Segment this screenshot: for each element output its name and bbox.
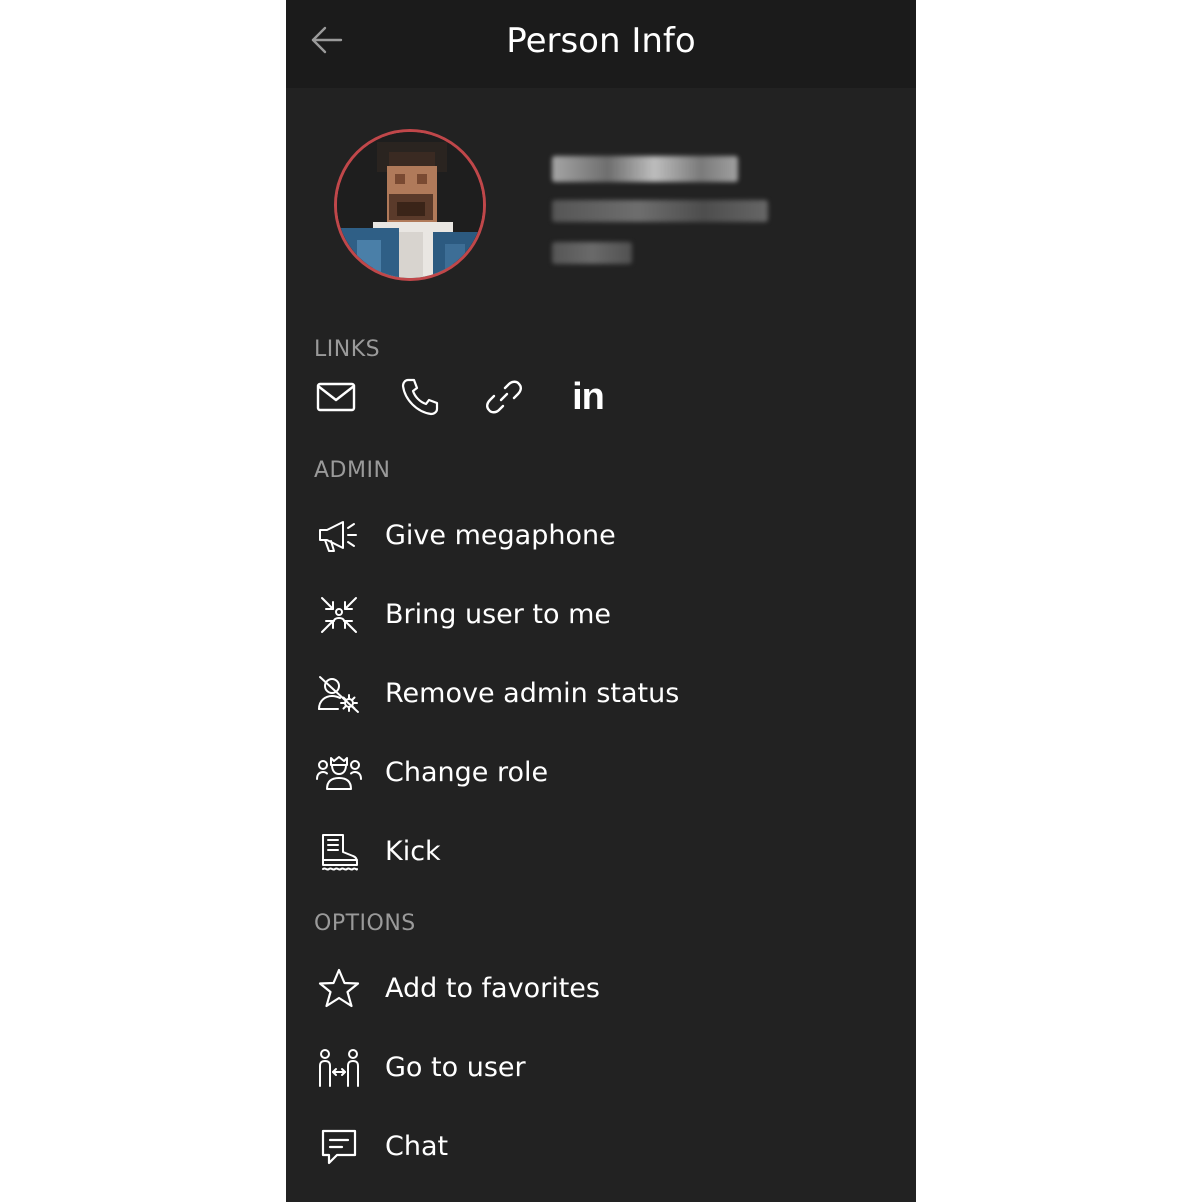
chat-button[interactable]: Chat [314, 1116, 894, 1178]
menu-item-label: Chat [385, 1131, 449, 1162]
section-label-options: OPTIONS [314, 911, 416, 936]
go-to-user-button[interactable]: Go to user [314, 1037, 894, 1099]
add-to-favorites-button[interactable]: Add to favorites [314, 958, 894, 1020]
go-to-user-icon [314, 1043, 364, 1093]
menu-item-label: Give megaphone [385, 520, 616, 551]
change-role-button[interactable]: Change role [314, 742, 894, 804]
header-bar: Person Info [286, 0, 916, 88]
avatar[interactable] [334, 129, 486, 281]
bring-user-to-me-button[interactable]: Bring user to me [314, 584, 894, 646]
menu-item-label: Change role [385, 757, 549, 788]
menu-item-label: Bring user to me [385, 599, 612, 630]
menu-item-label: Remove admin status [385, 678, 680, 709]
section-label-links: LINKS [314, 337, 381, 362]
mail-icon [314, 375, 358, 419]
give-megaphone-button[interactable]: Give megaphone [314, 505, 894, 567]
linkedin-icon: in [572, 375, 605, 418]
user-company-redacted [552, 242, 632, 264]
menu-item-label: Add to favorites [385, 973, 600, 1004]
links-row: in [314, 372, 650, 422]
change-role-icon [314, 748, 364, 798]
phone-link-button[interactable] [398, 372, 482, 422]
menu-item-label: Go to user [385, 1052, 526, 1083]
linkedin-link-button[interactable]: in [566, 372, 650, 422]
section-label-admin: ADMIN [314, 458, 391, 483]
megaphone-icon [314, 511, 364, 561]
user-title-redacted [552, 200, 768, 222]
person-info-panel: Person Info LINKS in ADMIN Give megaphon… [286, 0, 916, 1202]
boot-icon [314, 827, 364, 877]
page-title: Person Info [506, 21, 696, 61]
kick-button[interactable]: Kick [314, 821, 894, 883]
remove-admin-icon [314, 669, 364, 719]
phone-icon [398, 375, 442, 419]
bring-user-icon [314, 590, 364, 640]
link-icon [482, 375, 526, 419]
user-name-redacted [552, 156, 738, 182]
chat-icon [314, 1122, 364, 1172]
email-link-button[interactable] [314, 372, 398, 422]
star-icon [314, 964, 364, 1014]
url-link-button[interactable] [482, 372, 566, 422]
remove-admin-status-button[interactable]: Remove admin status [314, 663, 894, 725]
menu-item-label: Kick [385, 836, 441, 867]
